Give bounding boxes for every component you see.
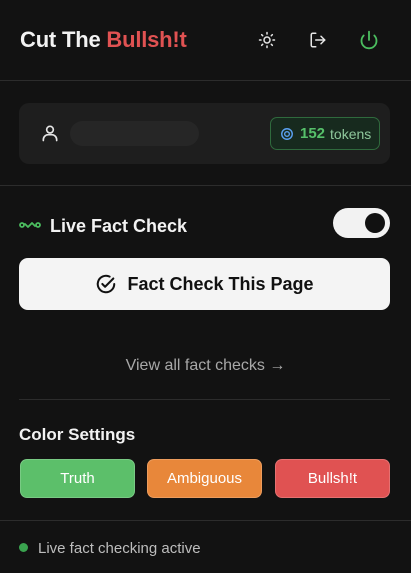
sun-icon xyxy=(258,31,276,49)
status-bar: Live fact checking active xyxy=(19,540,201,557)
logout-icon xyxy=(310,32,326,48)
app-title-prefix: Cut The xyxy=(20,27,107,52)
live-fact-check-toggle[interactable] xyxy=(333,208,390,238)
divider xyxy=(0,520,411,521)
fact-check-page-label: Fact Check This Page xyxy=(127,273,314,294)
app-title: Cut The Bullsh!t xyxy=(20,27,187,53)
live-fact-check-label: Live Fact Check xyxy=(50,216,188,236)
ambiguous-color-label: Ambiguous xyxy=(166,470,243,487)
activity-icon xyxy=(19,222,41,228)
live-fact-check-row: Live Fact Check xyxy=(19,208,390,239)
fact-check-page-button[interactable]: Fact Check This Page xyxy=(19,258,390,310)
view-all-fact-checks-link[interactable]: View all fact checks → xyxy=(0,357,411,375)
user-card: 152 tokens xyxy=(19,103,390,164)
divider xyxy=(19,399,390,400)
toggle-knob xyxy=(365,213,385,233)
bullshit-color-label: Bullsh!t xyxy=(307,470,358,487)
check-circle-icon xyxy=(97,274,116,294)
bullshit-color-button[interactable]: Bullsh!t xyxy=(275,459,390,498)
username-placeholder xyxy=(70,121,199,146)
ambiguous-color-button[interactable]: Ambiguous xyxy=(147,459,262,498)
divider xyxy=(0,185,411,186)
user-icon xyxy=(42,125,58,142)
power-button[interactable] xyxy=(355,26,383,54)
truth-color-label: Truth xyxy=(60,470,95,487)
app-title-accent: Bullsh!t xyxy=(106,27,187,52)
truth-color-button[interactable]: Truth xyxy=(20,459,135,498)
power-icon xyxy=(360,30,378,50)
status-dot xyxy=(19,543,28,552)
tokens-badge: 152 tokens xyxy=(270,117,380,150)
tokens-count: 152 xyxy=(300,125,326,142)
status-text: Live fact checking active xyxy=(38,540,201,557)
theme-toggle-button[interactable] xyxy=(253,26,281,54)
token-coin-icon xyxy=(281,127,293,140)
header: Cut The Bullsh!t xyxy=(0,0,411,81)
color-settings-title: Color Settings xyxy=(19,425,136,444)
logout-button[interactable] xyxy=(304,26,332,54)
tokens-unit: tokens xyxy=(330,125,372,142)
